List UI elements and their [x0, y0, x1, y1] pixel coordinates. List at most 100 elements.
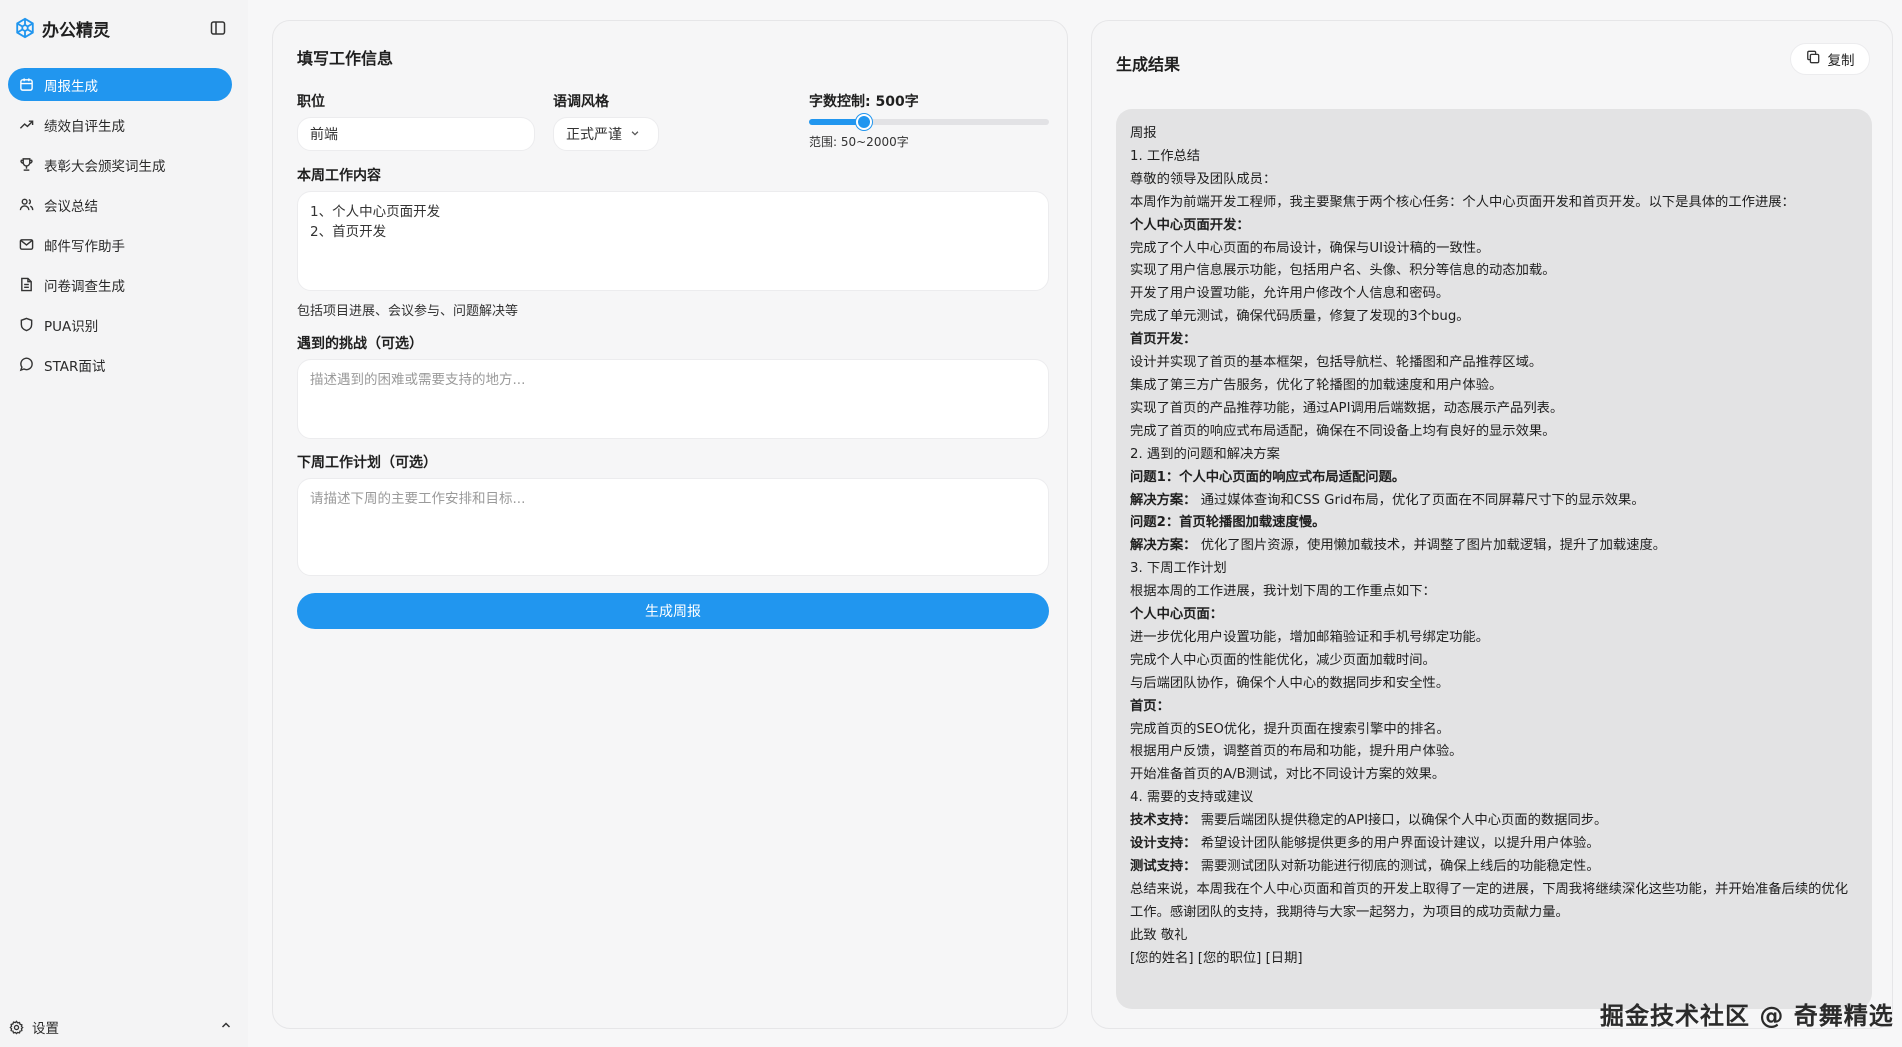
result-line-text: 总结来说，本周我在个人中心页面和首页的开发上取得了一定的进展，下周我将继续深化这… — [1130, 881, 1849, 920]
sidebar-item-email-assistant[interactable]: 邮件写作助手 — [8, 228, 232, 261]
result-line: 总结来说，本周我在个人中心页面和首页的开发上取得了一定的进展，下周我将继续深化这… — [1130, 879, 1858, 925]
wordcount-label: 字数控制: 500字 — [809, 94, 919, 110]
result-line: 根据用户反馈，调整首页的布局和功能，提升用户体验。 — [1130, 741, 1858, 764]
result-line: 完成了个人中心页面的布局设计，确保与UI设计稿的一致性。 — [1130, 238, 1858, 261]
copy-button[interactable]: 复制 — [1790, 43, 1870, 75]
mail-icon — [18, 237, 34, 253]
result-line-text: 集成了第三方广告服务，优化了轮播图的加载速度和用户体验。 — [1130, 377, 1503, 393]
result-line: 首页： — [1130, 696, 1858, 719]
sidebar-item-label: 绩效自评生成 — [44, 118, 125, 135]
result-line-text: 通过媒体查询和CSS Grid布局，优化了页面在不同屏幕尺寸下的显示效果。 — [1196, 492, 1645, 508]
result-line: 集成了第三方广告服务，优化了轮播图的加载速度和用户体验。 — [1130, 375, 1858, 398]
result-line-text: 完成了个人中心页面的布局设计，确保与UI设计稿的一致性。 — [1130, 240, 1490, 256]
result-line: 2. 遇到的问题和解决方案 — [1130, 444, 1858, 467]
watermark: 掘金技术社区 @ 奇舞精选 — [1600, 1002, 1894, 1030]
result-line: 进一步优化用户设置功能，增加邮箱验证和手机号绑定功能。 — [1130, 627, 1858, 650]
gear-icon — [8, 1019, 24, 1035]
result-line: 完成了首页的响应式布局适配，确保在不同设备上均有良好的显示效果。 — [1130, 421, 1858, 444]
result-line: 解决方案： 通过媒体查询和CSS Grid布局，优化了页面在不同屏幕尺寸下的显示… — [1130, 490, 1858, 513]
result-line: 技术支持： 需要后端团队提供稳定的API接口，以确保个人中心页面的数据同步。 — [1130, 810, 1858, 833]
result-line-bold: 个人中心页面开发： — [1130, 217, 1250, 233]
sidebar-item-self-review[interactable]: 绩效自评生成 — [8, 108, 232, 141]
result-line: 个人中心页面： — [1130, 604, 1858, 627]
content-label: 本周工作内容 — [297, 168, 381, 184]
result-line: 本周作为前端开发工程师，我主要聚焦于两个核心任务：个人中心页面开发和首页开发。以… — [1130, 192, 1858, 215]
sidebar-item-label: 问卷调查生成 — [44, 278, 125, 295]
result-content: 周报 1. 工作总结尊敬的领导及团队成员： 本周作为前端开发工程师，我主要聚焦于两个… — [1116, 109, 1872, 1009]
sidebar-item-label: 会议总结 — [44, 198, 98, 215]
result-line-text: 设计并实现了首页的基本框架，包括导航栏、轮播图和产品推荐区域。 — [1130, 355, 1543, 371]
result-panel: 生成结果 复制 周报 1. 工作总结 尊敬的领导及团队成员： 本周作为前端开发工程师，… — [1091, 20, 1893, 1029]
position-input[interactable]: 前端 — [297, 117, 535, 151]
result-line-bold: 设计支持： — [1130, 836, 1197, 852]
settings-button[interactable]: 设置 — [8, 1014, 232, 1040]
result-line: 此致 敬礼 — [1130, 925, 1858, 948]
result-line: [您的姓名] [您的职位] [日期] — [1130, 948, 1858, 971]
generate-report-button[interactable]: 生成周报 — [297, 593, 1049, 629]
tone-label: 语调风格 — [553, 94, 609, 110]
result-line-bold: 测试支持： — [1130, 859, 1197, 874]
result-line-text: 完成个人中心页面的性能优化，减少页面加载时间。 — [1130, 652, 1436, 668]
result-line: 4. 需要的支持或建议 — [1130, 787, 1858, 810]
result-line: 尊敬的领导及团队成员： — [1130, 169, 1858, 192]
result-line-text: [您的姓名] [您的职位] [日期] — [1130, 950, 1303, 966]
result-line: 根据本周的工作进展，我计划下周的工作重点如下： — [1130, 581, 1858, 604]
result-line-text: 需要测试团队对新功能进行彻底的测试，确保上线后的功能稳定性。 — [1196, 859, 1600, 874]
chat-bubble-icon — [18, 357, 34, 373]
chevron-down-icon — [630, 126, 640, 142]
result-line-text: 开始准备首页的A/B测试，对比不同设计方案的效果。 — [1130, 767, 1446, 783]
chevron-up-icon — [220, 1019, 232, 1035]
result-line-text: 根据用户反馈，调整首页的布局和功能，提升用户体验。 — [1130, 744, 1463, 760]
document-icon — [18, 277, 34, 293]
result-line: 设计支持： 希望设计团队能够提供更多的用户界面设计建议，以提升用户体验。 — [1130, 833, 1858, 856]
result-line-bold: 解决方案： — [1130, 492, 1197, 508]
result-line: 完成首页的SEO优化，提升页面在搜索引擎中的排名。 — [1130, 719, 1858, 742]
sidebar-item-label: 表彰大会颁奖词生成 — [44, 158, 166, 175]
work-content-textarea[interactable]: 1、个人中心页面开发 2、首页开发 — [297, 191, 1049, 291]
sidebar-item-pua-detection[interactable]: PUA识别 — [8, 308, 232, 341]
tone-select[interactable]: 正式严谨 — [553, 117, 659, 151]
result-line-text: 完成首页的SEO优化，提升页面在搜索引擎中的排名。 — [1130, 721, 1450, 737]
sidebar-item-weekly-report[interactable]: 周报生成 — [8, 68, 232, 101]
trending-up-icon — [18, 117, 34, 133]
result-line-text: 进一步优化用户设置功能，增加邮箱验证和手机号绑定功能。 — [1130, 629, 1490, 645]
result-line-text: 根据本周的工作进展，我计划下周的工作重点如下： — [1130, 584, 1436, 600]
wordcount-slider[interactable] — [809, 114, 1049, 130]
result-line: 问题2：首页轮播图加载速度慢。 — [1130, 512, 1858, 535]
result-line-text: 1. 工作总结 — [1130, 148, 1201, 164]
sidebar-toggle-button[interactable] — [208, 18, 228, 38]
sidebar-item-label: 邮件写作助手 — [44, 238, 125, 255]
sidebar-item-label: 周报生成 — [44, 78, 98, 95]
challenge-textarea[interactable]: 描述遇到的困难或需要支持的地方... — [297, 359, 1049, 439]
sidebar-item-meeting-summary[interactable]: 会议总结 — [8, 188, 232, 221]
result-line-bold: 首页： — [1130, 698, 1170, 714]
result-line-text: 4. 需要的支持或建议 — [1130, 790, 1254, 806]
app-name: 办公精灵 — [42, 20, 110, 41]
calendar-icon — [18, 77, 34, 93]
result-line: 1. 工作总结 — [1130, 146, 1858, 169]
wordcount-hint: 范围: 50~2000字 — [809, 135, 909, 149]
tone-select-value: 正式严谨 — [566, 127, 622, 143]
copy-label: 复制 — [1827, 53, 1855, 69]
wordcount-slider-thumb[interactable] — [856, 114, 873, 130]
sidebar-nav: 周报生成 绩效自评生成 表彰大会颁奖词生成 会议总结 邮件写作助手 问卷调查生成… — [8, 68, 232, 388]
result-line-bold: 技术支持： — [1130, 813, 1197, 829]
plan-label: 下周工作计划（可选） — [297, 455, 437, 471]
result-line: 实现了用户信息展示功能，包括用户名、头像、积分等信息的动态加载。 — [1130, 260, 1858, 283]
result-line: 问题1：个人中心页面的响应式布局适配问题。 — [1130, 467, 1858, 490]
result-line-text: 3. 下周工作计划 — [1130, 561, 1227, 577]
sidebar-item-survey[interactable]: 问卷调查生成 — [8, 268, 232, 301]
result-line-text: 周报 — [1130, 126, 1157, 141]
result-line: 个人中心页面开发： — [1130, 215, 1858, 238]
sidebar-item-label: STAR面试 — [44, 358, 106, 375]
challenge-label: 遇到的挑战（可选） — [297, 336, 423, 352]
brand: 办公精灵 — [14, 16, 110, 41]
result-line-bold: 解决方案： — [1130, 538, 1197, 554]
result-line-bold: 问题1：个人中心页面的响应式布局适配问题。 — [1130, 469, 1406, 485]
next-week-plan-textarea[interactable]: 请描述下周的主要工作安排和目标... — [297, 478, 1049, 576]
result-line-text: 2. 遇到的问题和解决方案 — [1130, 446, 1280, 462]
result-line-text: 与后端团队协作，确保个人中心的数据同步和安全性。 — [1130, 675, 1450, 691]
sidebar-item-award-speech[interactable]: 表彰大会颁奖词生成 — [8, 148, 232, 181]
result-line-text: 优化了图片资源，使用懒加载技术，并调整了图片加载逻辑，提升了加载速度。 — [1196, 538, 1667, 554]
sidebar-item-star-interview[interactable]: STAR面试 — [8, 348, 232, 381]
